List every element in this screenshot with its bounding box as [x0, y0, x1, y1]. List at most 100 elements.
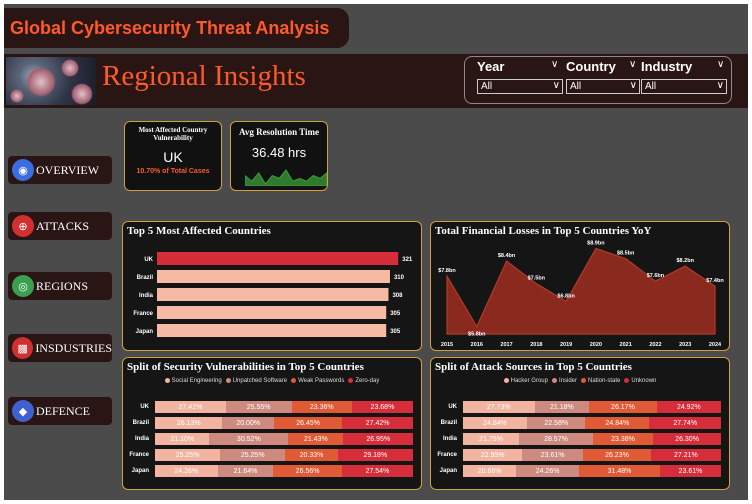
vulnerabilities-split-card: Split of Security Vulnerabilities in Top…	[122, 357, 422, 490]
stack-category-label: Japan	[131, 468, 149, 474]
nav-industries-button[interactable]: ▩ INSDUSTRIES	[8, 334, 112, 362]
industry-select-value: All	[645, 81, 657, 92]
legend-swatch	[581, 378, 586, 383]
stacked-segment: 20.00%	[222, 417, 274, 429]
area-data-label: $7.4bn	[706, 278, 724, 284]
x-tick-label: 2021	[620, 342, 632, 348]
financial-losses-area-chart: $7.8bn 2015 $5.8bn 2016 $8.4bn 2017 $7.5bn 2018…	[438, 241, 724, 348]
legend-swatch	[291, 378, 297, 383]
dashboard-canvas: Global Cybersecurity Threat Analysis Reg…	[4, 4, 748, 500]
stack-category-label: Brazil	[440, 420, 457, 426]
stacked-segment: 26.95%	[343, 433, 413, 445]
stacked-segment: 21.64%	[217, 465, 274, 477]
legend-item: Zero-day	[348, 378, 379, 384]
country-select[interactable]: All ∨	[566, 79, 640, 94]
nav-industries-label: INSDUSTRIES	[35, 340, 112, 355]
area-data-label: $5.8bn	[468, 331, 486, 337]
app-title-bar: Global Cybersecurity Threat Analysis	[4, 8, 349, 48]
year-select[interactable]: All ∨	[477, 79, 563, 94]
nav-defence-button[interactable]: ◆ DEFENCE	[8, 397, 112, 425]
stacked-segment: 26.13%	[155, 417, 223, 429]
stacked-segment: 24.26%	[155, 465, 218, 477]
stacked-segment: 25.55%	[225, 401, 292, 413]
legend-swatch	[225, 378, 231, 383]
bar-uk	[157, 252, 399, 265]
stacked-segment: 22.95%	[463, 449, 523, 461]
area-data-label: $8.2bn	[677, 258, 695, 264]
stacked-segment: 29.18%	[337, 449, 413, 461]
bar-category-label: France	[133, 311, 153, 317]
nav-regions-button[interactable]: ◎ REGIONS	[8, 272, 112, 300]
area-data-label: $8.5bn	[617, 251, 635, 257]
bar-brazil	[157, 270, 390, 283]
stacked-row: 24.26% 21.64% 26.56% 27.54%	[155, 465, 413, 477]
stack-category-label: Brazil	[132, 420, 149, 426]
year-select-value: All	[481, 81, 493, 92]
legend-label: Hacker Group	[510, 378, 548, 385]
financial-losses-chart-card: Total Financial Losses in Top 5 Countrie…	[430, 221, 730, 351]
legend-label: Social Engineering	[171, 378, 222, 385]
stack-category-label: UK	[448, 404, 457, 410]
globe-icon: ◎	[12, 275, 34, 297]
bar-france	[157, 306, 387, 319]
stacked-row: 21.10% 30.52% 21.43% 26.95%	[155, 433, 413, 445]
bar-category-label: Brazil	[137, 275, 154, 281]
app-title: Global Cybersecurity Threat Analysis	[10, 17, 330, 38]
stacked-segment: 31.48%	[578, 465, 661, 477]
stacked-segment: 26.23%	[583, 449, 651, 461]
stacked-segment: 23.68%	[351, 401, 413, 413]
stacked-row: 26.13% 20.00% 26.45% 27.42%	[155, 417, 413, 429]
stacked-segment: 26.30%	[653, 433, 721, 445]
nav-attacks-label: ATTACKS	[36, 218, 90, 233]
stacked-segment: 21.75%	[463, 433, 520, 445]
stacked-row: 22.95% 23.61% 26.23% 27.21%	[463, 449, 721, 461]
bar-value-label: 305	[390, 311, 401, 317]
stacked-segment: 27.54%	[341, 465, 413, 477]
stacked-segment: 27.42%	[342, 417, 413, 429]
stacked-segment: 23.36%	[291, 401, 352, 413]
legend-item: Hacker Group	[503, 378, 548, 385]
nav-attacks-button[interactable]: ⊕ ATTACKS	[8, 212, 112, 240]
nav-overview-label: OVERVIEW	[36, 162, 100, 177]
stacked-row: 27.41% 25.55% 23.36% 23.68%	[155, 401, 413, 413]
stacked-segment: 25.25%	[155, 449, 221, 461]
stack-category-label: France	[437, 452, 457, 458]
stacked-row: 24.84% 22.58% 24.84% 27.74%	[463, 417, 721, 429]
kpi-avg-resolution-time: Avg Resolution Time 36.48 hrs	[230, 121, 328, 191]
legend-item: Unpatched Software	[225, 378, 287, 384]
chevron-down-icon[interactable]: ∨	[551, 59, 558, 70]
attack-sources-legend: Hacker Group Insider Nation-state Unknown	[431, 378, 729, 384]
legend-label: Insider	[558, 378, 577, 385]
bar-category-label: India	[139, 293, 154, 299]
bar-value-label: 310	[394, 275, 405, 281]
nav-overview-button[interactable]: ◉ OVERVIEW	[8, 156, 112, 184]
year-filter-label: Year ∨	[477, 59, 559, 74]
kpi-country-title: Most Affected Country Vulnerability	[138, 126, 208, 142]
stacked-segment: 24.26%	[516, 465, 579, 477]
stacked-segment: 20.66%	[463, 465, 517, 477]
chevron-down-icon[interactable]: ∨	[553, 79, 560, 92]
legend-label: Weak Passwords	[298, 378, 345, 385]
kpi-country-value: UK	[163, 149, 183, 165]
bar-value-label: 321	[402, 257, 413, 263]
year-filter-title: Year	[477, 59, 505, 74]
sparkline-area	[245, 169, 327, 186]
area-data-label: $7.8bn	[438, 268, 456, 274]
stacked-segment: 30.52%	[209, 433, 289, 445]
industry-filter-title: Industry	[641, 59, 693, 74]
chevron-down-icon[interactable]: ∨	[717, 79, 724, 92]
legend-item: Weak Passwords	[291, 378, 344, 384]
x-tick-label: 2018	[530, 342, 542, 348]
nav-defence-label: DEFENCE	[36, 403, 90, 418]
virus-banner-image	[6, 57, 96, 105]
chevron-down-icon[interactable]: ∨	[629, 59, 636, 70]
attack-sources-split-title: Split of Attack Sources in Top 5 Countri…	[435, 361, 632, 373]
chevron-down-icon[interactable]: ∨	[717, 59, 724, 70]
stacked-segment: 26.56%	[273, 465, 342, 477]
industry-select[interactable]: All ∨	[641, 79, 727, 94]
stacked-segment: 27.73%	[463, 401, 535, 413]
chevron-down-icon[interactable]: ∨	[630, 79, 637, 92]
filter-panel: Year ∨ All ∨ Country ∨ All ∨ Industry ∨ …	[464, 56, 732, 104]
page-header: Regional Insights Year ∨ All ∨ Country ∨…	[4, 54, 748, 108]
stacked-segment: 24.92%	[656, 401, 721, 413]
